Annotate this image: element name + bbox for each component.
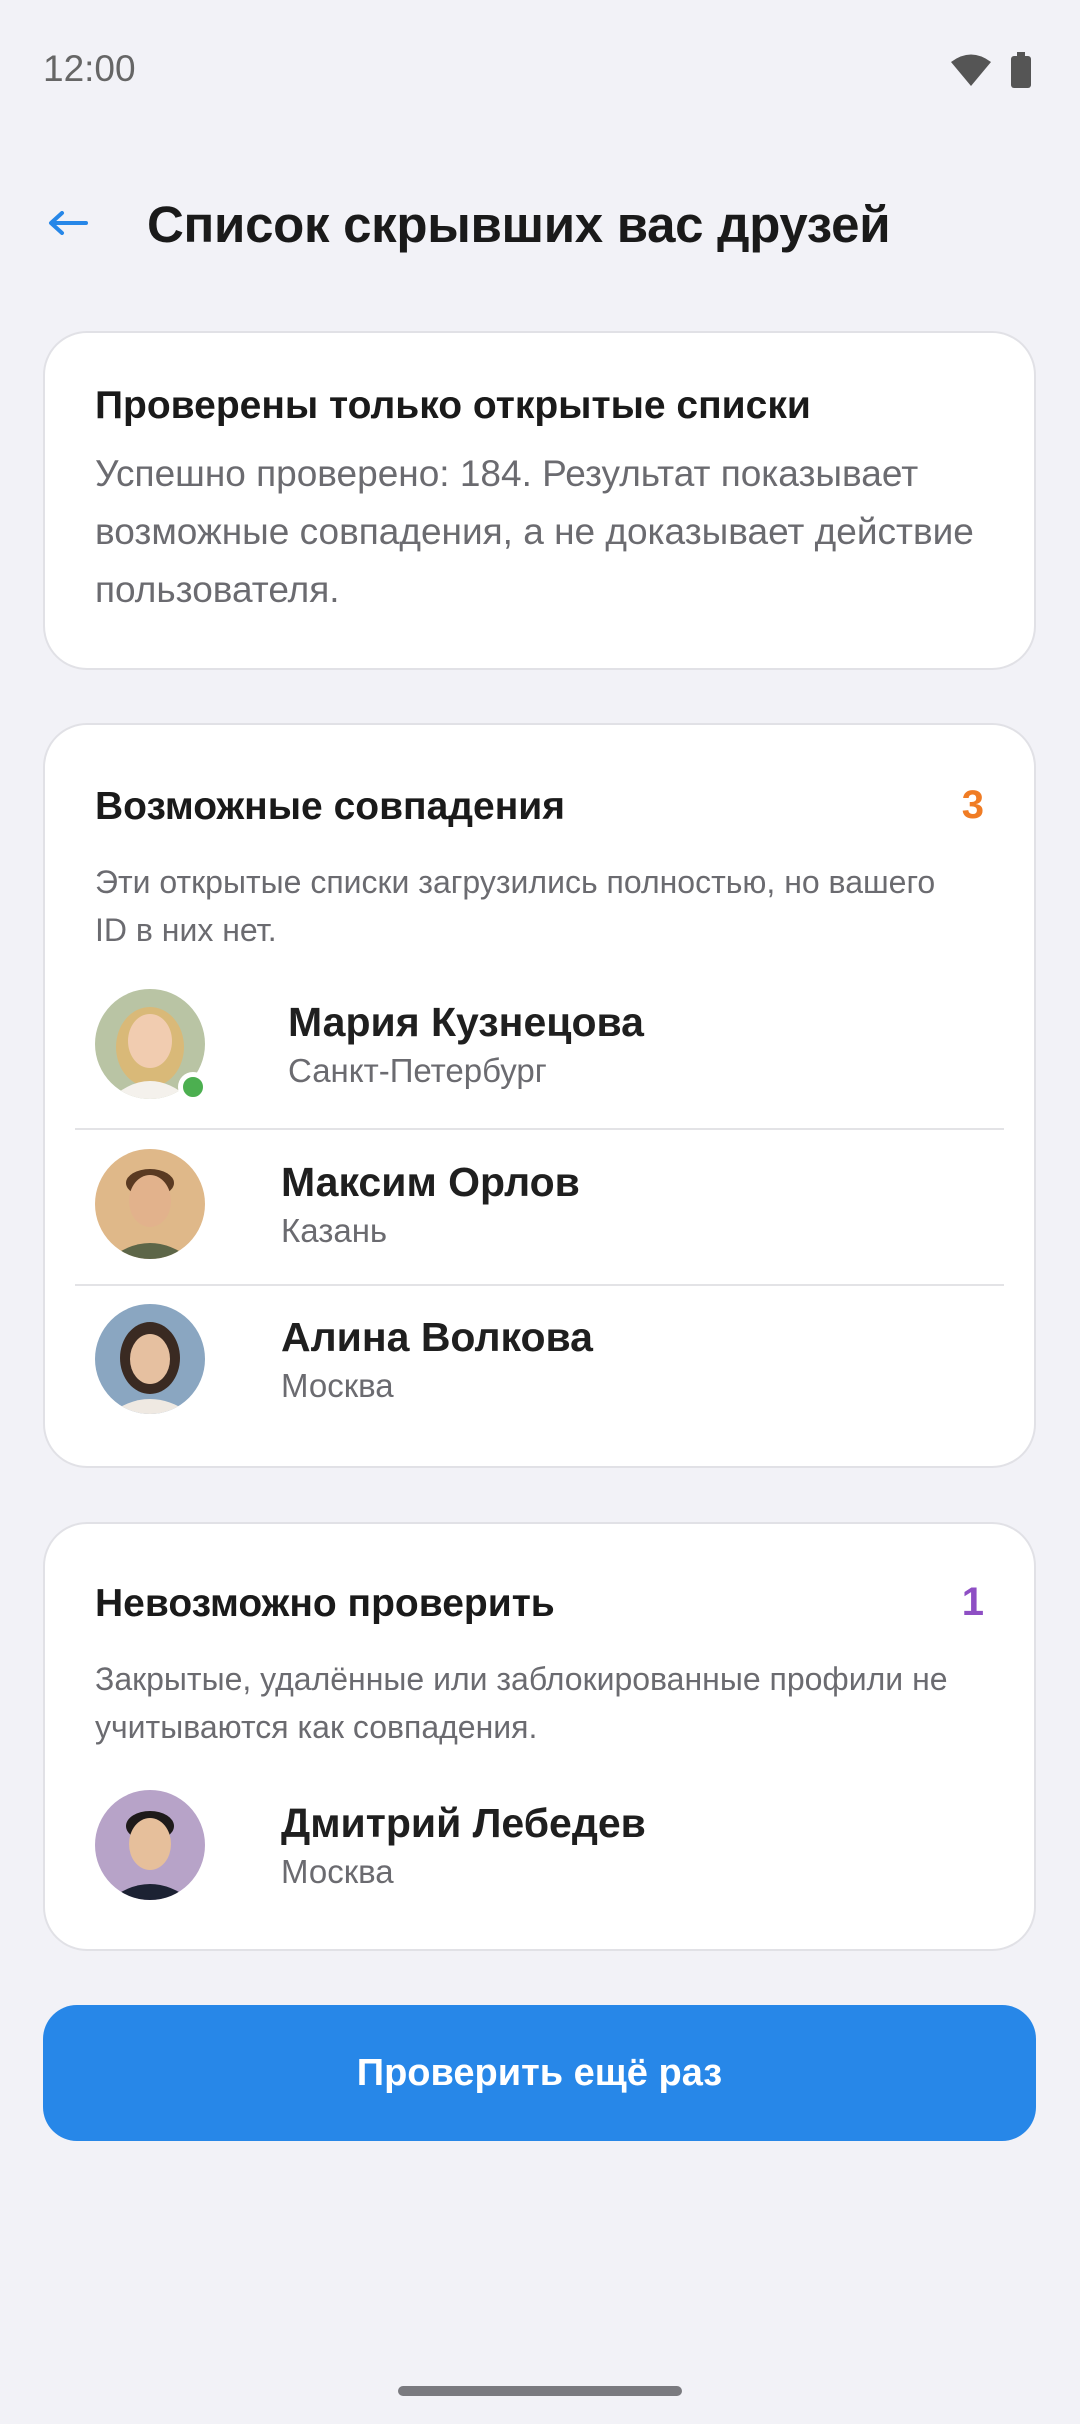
home-indicator[interactable] <box>398 2386 682 2396</box>
avatar <box>95 1790 205 1900</box>
wifi-icon <box>950 53 992 87</box>
back-button[interactable] <box>38 195 98 255</box>
info-card-heading: Проверены только открытые списки <box>95 384 811 427</box>
person-city: Санкт-Петербург <box>288 1052 547 1089</box>
online-indicator <box>178 1072 208 1102</box>
list-item[interactable]: Дмитрий Лебедев Москва <box>75 1770 1004 1920</box>
info-card: Проверены только открытые списки Успешно… <box>43 331 1036 670</box>
list-item[interactable]: Максим Орлов Казань <box>75 1129 1004 1279</box>
person-name: Мария Кузнецова <box>288 999 644 1045</box>
person-city: Казань <box>281 1212 388 1249</box>
arrow-left-icon <box>48 210 88 240</box>
app-header: Список скрывших вас друзей <box>0 175 1080 285</box>
person-city: Москва <box>281 1853 394 1890</box>
check-again-button[interactable]: Проверить ещё раз <box>43 2005 1036 2141</box>
unverifiable-subtitle: Закрытые, удалённые или заблокированные … <box>95 1661 948 1745</box>
person-name: Дмитрий Лебедев <box>281 1800 646 1846</box>
person-city: Москва <box>281 1367 394 1404</box>
battery-icon <box>1010 52 1032 88</box>
status-icons <box>950 52 1032 88</box>
status-time: 12:00 <box>43 48 136 89</box>
page-title: Список скрывших вас друзей <box>147 196 891 253</box>
info-card-body: Успешно проверено: 184. Результат показы… <box>95 453 974 610</box>
person-name: Алина Волкова <box>281 1314 593 1360</box>
unverifiable-heading: Невозможно проверить <box>95 1582 555 1625</box>
person-name: Максим Орлов <box>281 1159 580 1205</box>
list-item[interactable]: Мария Кузнецова Санкт-Петербург <box>75 969 1004 1119</box>
avatar <box>95 1149 205 1259</box>
avatar <box>95 1304 205 1414</box>
unverifiable-card: Невозможно проверить 1 Закрытые, удалённ… <box>43 1522 1036 1951</box>
matches-subtitle: Эти открытые списки загрузились полность… <box>95 864 936 948</box>
matches-count: 3 <box>961 783 984 827</box>
unverifiable-count: 1 <box>961 1580 984 1624</box>
possible-matches-card: Возможные совпадения 3 Эти открытые спис… <box>43 723 1036 1468</box>
status-bar: 12:00 <box>0 0 1080 140</box>
list-item[interactable]: Алина Волкова Москва <box>75 1284 1004 1434</box>
matches-heading: Возможные совпадения <box>95 785 566 828</box>
